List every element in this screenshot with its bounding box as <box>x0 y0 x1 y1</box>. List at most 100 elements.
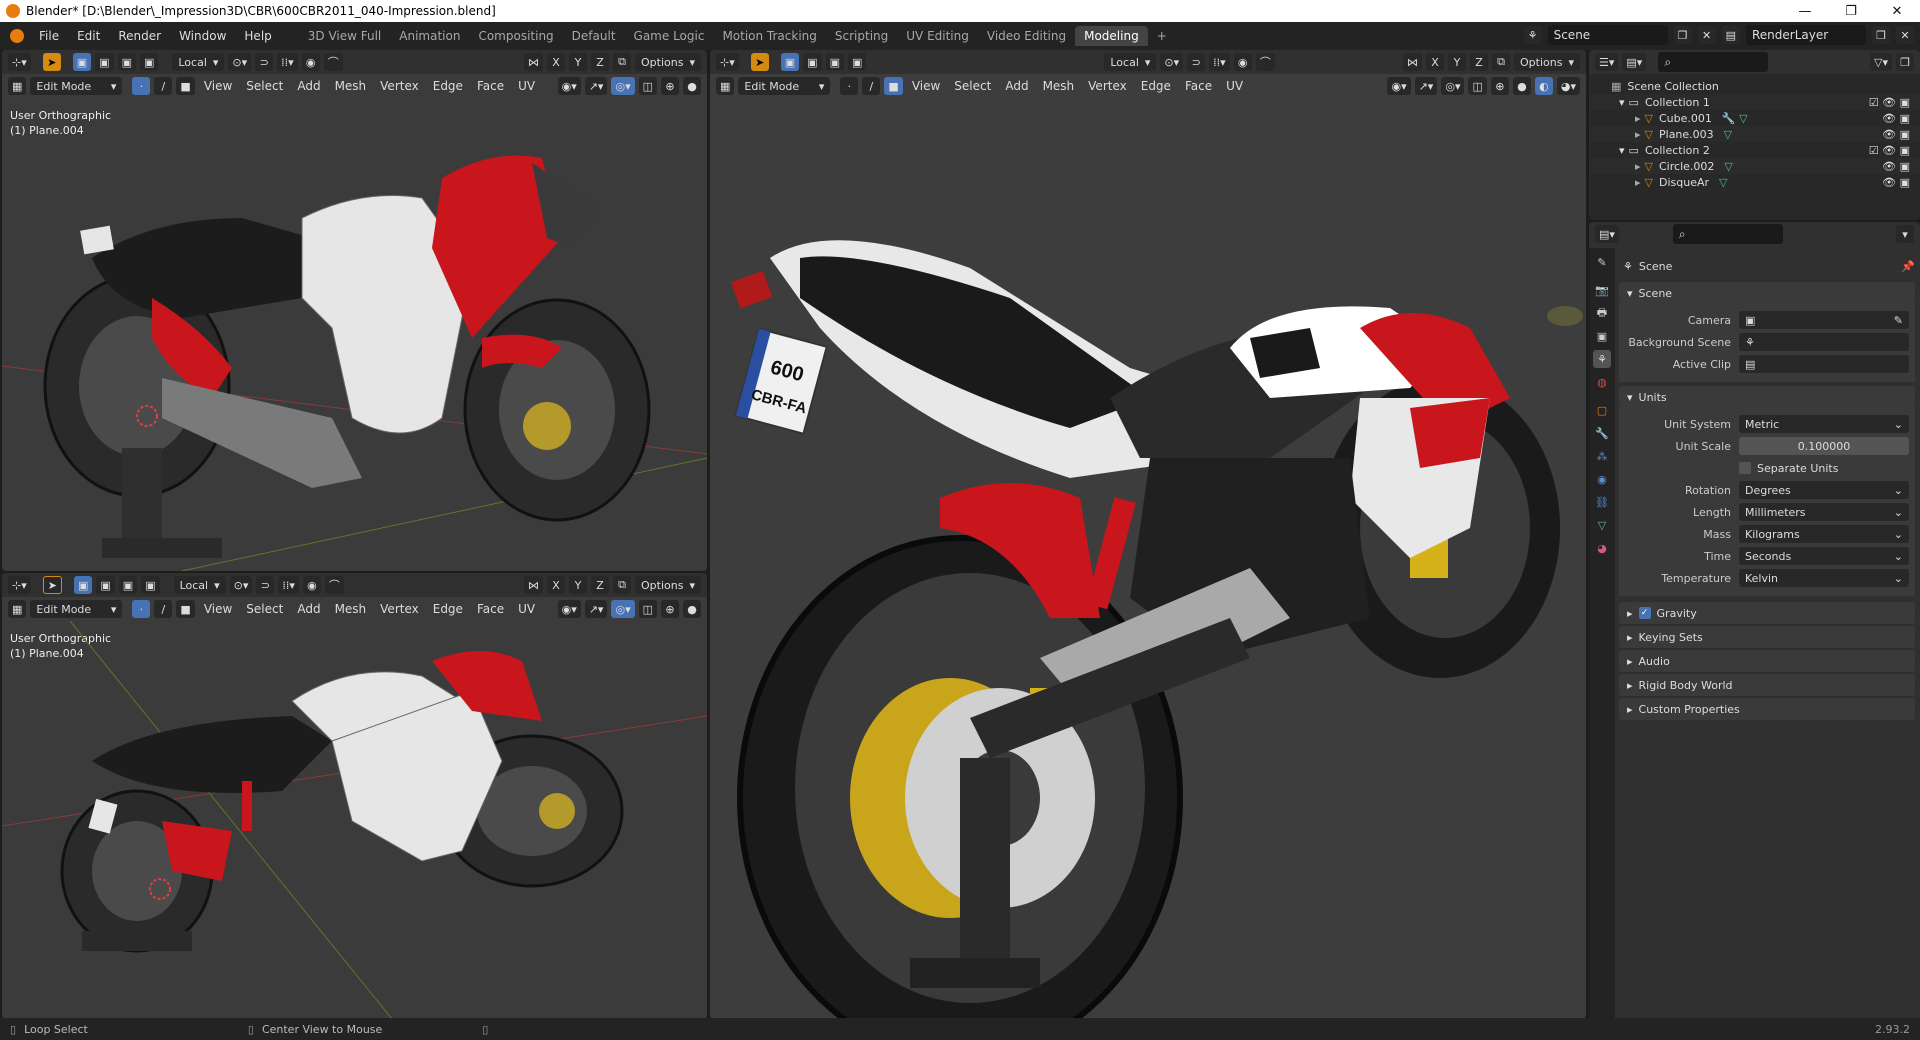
pivot-icon[interactable]: ⊙▾ <box>228 53 252 71</box>
temperature-dropdown[interactable]: Kelvin ⌄ <box>1739 569 1909 587</box>
solid-shading-icon-2[interactable]: ● <box>683 600 701 618</box>
keying-sets-panel-header[interactable]: ▸ Keying Sets <box>1619 626 1915 648</box>
select-mode-new-icon-3[interactable]: ▣ <box>780 53 800 71</box>
minimize-button[interactable]: — <box>1782 0 1828 22</box>
menu-mesh[interactable]: Mesh <box>330 79 372 93</box>
select-mode-extend-icon[interactable]: ▣ <box>95 53 114 71</box>
physics-tab-icon[interactable]: ◉ <box>1593 470 1611 488</box>
rotation-dropdown[interactable]: Degrees ⌄ <box>1739 481 1909 499</box>
separate-units-checkbox[interactable] <box>1739 462 1751 474</box>
gravity-panel-header[interactable]: ▸ ✓ Gravity <box>1619 602 1915 624</box>
wireframe-shading-icon-3[interactable]: ⊕ <box>1490 77 1509 95</box>
edge-select-icon-2[interactable]: / <box>154 600 173 618</box>
auto-merge-icon-3[interactable]: ⧉ <box>1492 53 1511 71</box>
vertex-select-icon-3[interactable]: · <box>840 77 859 95</box>
expand-arrow-icon[interactable]: ▸ <box>1635 128 1641 141</box>
outliner-row-collection-1[interactable]: ▾ ▭ Collection 1 ☑ 👁 ▣ <box>1589 94 1920 110</box>
select-mode-invert-icon-3[interactable]: ▣ <box>847 53 867 71</box>
select-mode-invert-icon[interactable]: ▣ <box>139 53 159 71</box>
visibility-icon-2[interactable]: ◉▾ <box>557 600 581 618</box>
menu-view-2[interactable]: View <box>199 602 237 616</box>
pivot-icon-2[interactable]: ⊙▾ <box>229 576 253 594</box>
snap-icon-2[interactable]: ⊃ <box>256 576 275 594</box>
solid-shading-icon[interactable]: ● <box>683 77 701 95</box>
overlay-icon-2[interactable]: ◎▾ <box>611 600 635 618</box>
mirror-z-toggle-2[interactable]: Z <box>591 576 610 594</box>
new-scene-icon[interactable]: ❐ <box>1673 26 1692 44</box>
gizmo-icon-2[interactable]: ↗▾ <box>584 600 608 618</box>
select-mode-extend-icon-3[interactable]: ▣ <box>803 53 822 71</box>
visibility-toggle-icons[interactable]: 👁 ▣ <box>1882 176 1910 189</box>
world-tab-icon[interactable]: ◍ <box>1593 373 1611 391</box>
menu-face-3[interactable]: Face <box>1180 79 1217 93</box>
gizmo-icon[interactable]: ↗▾ <box>584 77 608 95</box>
snap-target-icon-2[interactable]: ⁞⁞▾ <box>278 576 299 594</box>
options-dropdown-2[interactable]: Options ▾ <box>635 576 701 594</box>
edge-select-icon[interactable]: / <box>154 77 173 95</box>
menu-select[interactable]: Select <box>241 79 288 93</box>
visibility-toggle-icons[interactable]: ☑ 👁 ▣ <box>1869 96 1910 109</box>
modifier-tab-icon[interactable]: 🔧 <box>1593 424 1611 442</box>
custom-properties-panel-header[interactable]: ▸ Custom Properties <box>1619 698 1915 720</box>
menu-view-3[interactable]: View <box>907 79 945 93</box>
mirror-icon-3[interactable]: ⋈ <box>1403 53 1423 71</box>
display-mode-icon[interactable]: ▤▾ <box>1622 53 1647 71</box>
scene-panel-header[interactable]: ▾ Scene <box>1619 282 1915 304</box>
view-layer-tab-icon[interactable]: ▣ <box>1593 327 1611 345</box>
tab-compositing[interactable]: Compositing <box>469 26 562 46</box>
snap-target-icon-3[interactable]: ⁞⁞▾ <box>1209 53 1230 71</box>
eyedropper-icon[interactable]: ✎ <box>1894 314 1903 327</box>
tab-default[interactable]: Default <box>563 26 625 46</box>
select-mode-subtract-icon[interactable]: ▣ <box>117 53 136 71</box>
length-dropdown[interactable]: Millimeters ⌄ <box>1739 503 1909 521</box>
mirror-x-toggle-3[interactable]: X <box>1426 53 1445 71</box>
expand-arrow-icon[interactable]: ▸ <box>1635 160 1641 173</box>
outliner-row-cube[interactable]: ▸ ▽ Cube.001 🔧 ▽ 👁 ▣ <box>1589 110 1920 126</box>
snap-icon-3[interactable]: ⊃ <box>1187 53 1206 71</box>
face-select-icon[interactable]: ■ <box>176 77 195 95</box>
tab-3d-view-full[interactable]: 3D View Full <box>299 26 391 46</box>
properties-search-field[interactable]: ⌕ <box>1672 224 1783 244</box>
expand-arrow-icon[interactable]: ▸ <box>1635 176 1641 189</box>
menu-face[interactable]: Face <box>472 79 509 93</box>
select-mode-invert-icon-2[interactable]: ▣ <box>141 576 160 594</box>
material-tab-icon[interactable]: ◕ <box>1593 539 1611 557</box>
menu-add[interactable]: Add <box>292 79 325 93</box>
expand-arrow-icon[interactable]: ▾ <box>1619 144 1625 157</box>
select-tool-icon-3[interactable]: ➤ <box>750 53 769 71</box>
viewport-top-left[interactable]: ⊹▾ ➤ ▣ ▣ ▣ ▣ Local ▾ ⊙▾ ⊃ ⁞⁞▾ ◉ ⌒ ⋈ X Y Z… <box>2 50 707 571</box>
outliner-editor-icon[interactable]: ☰▾ <box>1595 53 1619 71</box>
menu-view[interactable]: View <box>199 79 237 93</box>
menu-select-2[interactable]: Select <box>241 602 288 616</box>
mass-dropdown[interactable]: Kilograms ⌄ <box>1739 525 1909 543</box>
select-tool-icon[interactable]: ➤ <box>42 53 61 71</box>
editor-type-icon-3[interactable]: ⊹▾ <box>716 53 739 71</box>
new-view-layer-icon[interactable]: ❐ <box>1872 26 1890 44</box>
menu-window[interactable]: Window <box>170 29 235 43</box>
falloff-icon-3[interactable]: ⌒ <box>1255 53 1275 71</box>
mode-dropdown-2[interactable]: Edit Mode ▾ <box>30 600 123 618</box>
tab-video-editing[interactable]: Video Editing <box>978 26 1075 46</box>
unit-scale-field[interactable]: 0.100000 <box>1739 437 1909 455</box>
mesh-data-tab-icon[interactable]: ▽ <box>1593 516 1611 534</box>
object-tab-icon[interactable]: ▢ <box>1593 401 1611 419</box>
outliner-row-root[interactable]: ▦ Scene Collection <box>1589 78 1920 94</box>
maximize-button[interactable]: ❐ <box>1828 0 1874 22</box>
menu-uv-3[interactable]: UV <box>1221 79 1248 93</box>
menu-edge-2[interactable]: Edge <box>428 602 468 616</box>
camera-field[interactable]: ▣ ✎ <box>1739 311 1909 329</box>
rigid-body-world-panel-header[interactable]: ▸ Rigid Body World <box>1619 674 1915 696</box>
pivot-icon-3[interactable]: ⊙▾ <box>1160 53 1184 71</box>
mirror-z-toggle-3[interactable]: Z <box>1470 53 1489 71</box>
active-clip-field[interactable]: ▤ <box>1739 355 1909 373</box>
edge-select-icon-3[interactable]: / <box>862 77 881 95</box>
visibility-icon[interactable]: ◉▾ <box>557 77 581 95</box>
material-shading-icon-3[interactable]: ◐ <box>1534 77 1553 95</box>
visibility-toggle-icons[interactable]: 👁 ▣ <box>1882 160 1910 173</box>
expand-arrow-icon[interactable]: ▾ <box>1619 96 1625 109</box>
face-select-icon-3[interactable]: ■ <box>884 77 903 95</box>
gizmo-icon-3[interactable]: ↗▾ <box>1414 77 1438 95</box>
background-scene-field[interactable]: ⚘ <box>1739 333 1909 351</box>
snap-target-icon[interactable]: ⁞⁞▾ <box>277 53 298 71</box>
properties-options-icon[interactable]: ▾ <box>1896 225 1914 243</box>
